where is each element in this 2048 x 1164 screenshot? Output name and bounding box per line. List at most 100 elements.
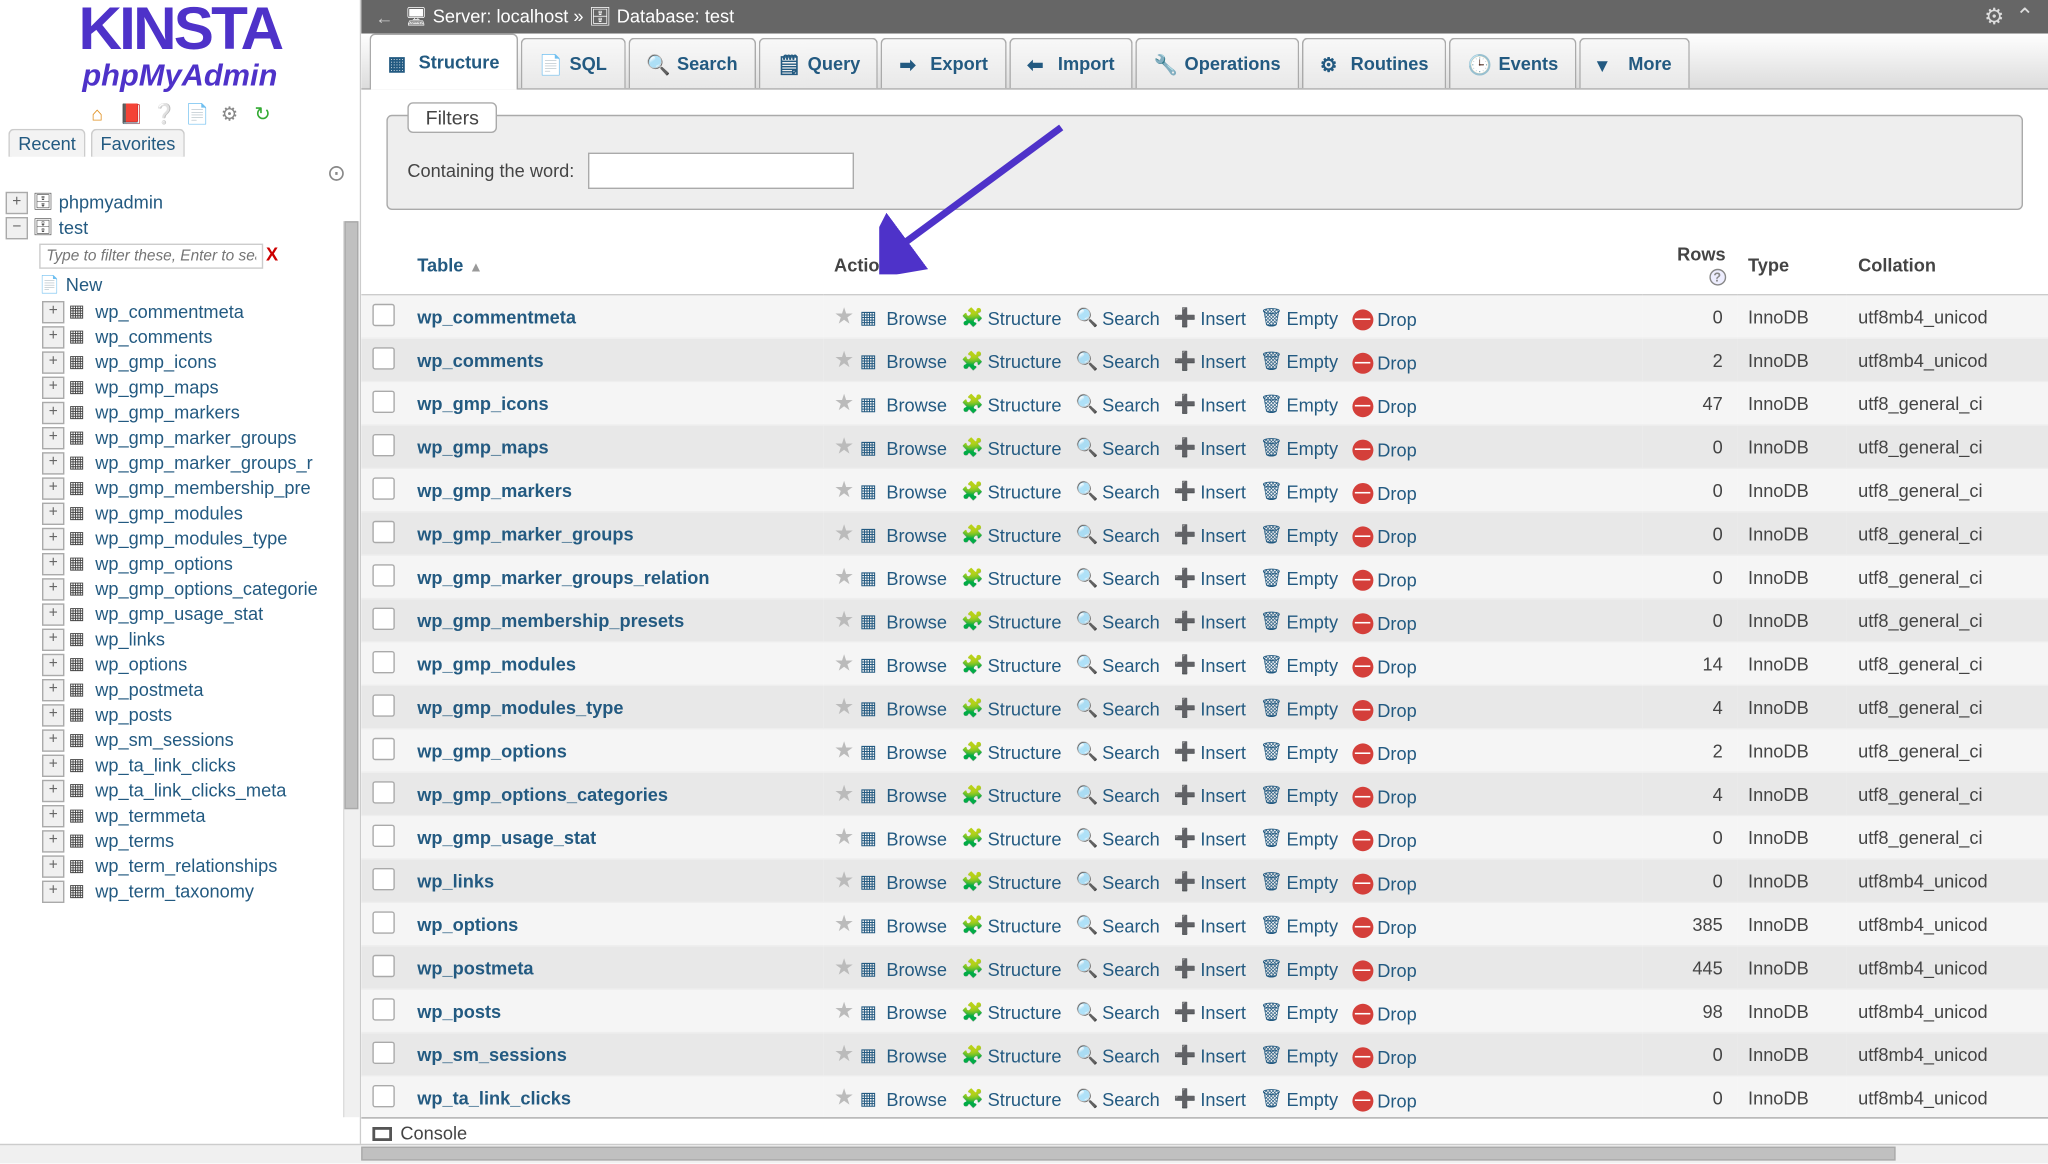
favorite-icon[interactable]: ★ — [834, 913, 854, 937]
empty-action[interactable]: 🗑Empty — [1260, 393, 1338, 415]
insert-action[interactable]: ➕Insert — [1174, 871, 1246, 893]
collapse-icon[interactable]: − — [6, 217, 28, 239]
insert-action[interactable]: ➕Insert — [1174, 437, 1246, 459]
search-action[interactable]: 🔍Search — [1075, 741, 1159, 763]
favorite-icon[interactable]: ★ — [834, 652, 854, 676]
tree-table-link[interactable]: wp_comments — [95, 326, 212, 347]
expand-icon[interactable]: + — [42, 553, 64, 575]
drop-action[interactable]: —Drop — [1352, 440, 1417, 461]
search-action[interactable]: 🔍Search — [1075, 1044, 1159, 1066]
expand-icon[interactable]: + — [42, 578, 64, 600]
favorite-icon[interactable]: ★ — [834, 1000, 854, 1024]
search-action[interactable]: 🔍Search — [1075, 914, 1159, 936]
expand-icon[interactable]: + — [42, 880, 64, 902]
row-checkbox[interactable] — [372, 911, 394, 933]
search-action[interactable]: 🔍Search — [1075, 784, 1159, 806]
drop-action[interactable]: —Drop — [1352, 1091, 1417, 1112]
browse-action[interactable]: ▦Browse — [860, 1001, 947, 1023]
table-name-link[interactable]: wp_gmp_icons — [417, 393, 548, 414]
insert-action[interactable]: ➕Insert — [1174, 741, 1246, 763]
table-name-link[interactable]: wp_gmp_markers — [417, 480, 572, 501]
tree-table-link[interactable]: wp_gmp_maps — [95, 377, 218, 398]
expand-icon[interactable]: + — [42, 401, 64, 423]
browse-action[interactable]: ▦Browse — [860, 567, 947, 589]
favorite-icon[interactable]: ★ — [834, 1086, 854, 1110]
browse-action[interactable]: ▦Browse — [860, 697, 947, 719]
favorite-icon[interactable]: ★ — [834, 522, 854, 546]
tree-table-link[interactable]: wp_termmeta — [95, 805, 205, 826]
search-action[interactable]: 🔍Search — [1075, 654, 1159, 676]
structure-action[interactable]: 🧩Structure — [961, 871, 1061, 893]
table-name-link[interactable]: wp_sm_sessions — [417, 1044, 567, 1065]
tree-filter-input[interactable] — [39, 243, 263, 268]
search-action[interactable]: 🔍Search — [1075, 437, 1159, 459]
search-action[interactable]: 🔍Search — [1075, 958, 1159, 980]
tab-more[interactable]: ▾More — [1579, 38, 1690, 88]
tree-table-link[interactable]: wp_gmp_markers — [95, 402, 240, 423]
search-action[interactable]: 🔍Search — [1075, 697, 1159, 719]
empty-action[interactable]: 🗑Empty — [1260, 741, 1338, 763]
search-action[interactable]: 🔍Search — [1075, 1001, 1159, 1023]
clear-filter-icon[interactable]: X — [266, 243, 278, 264]
tab-operations[interactable]: 🔧Operations — [1136, 38, 1299, 88]
browse-action[interactable]: ▦Browse — [860, 958, 947, 980]
insert-action[interactable]: ➕Insert — [1174, 1044, 1246, 1066]
browse-action[interactable]: ▦Browse — [860, 1044, 947, 1066]
table-name-link[interactable]: wp_gmp_marker_groups — [417, 523, 633, 544]
drop-action[interactable]: —Drop — [1352, 657, 1417, 678]
tree-table-link[interactable]: wp_terms — [95, 830, 174, 851]
search-action[interactable]: 🔍Search — [1075, 307, 1159, 329]
row-checkbox[interactable] — [372, 737, 394, 759]
table-name-link[interactable]: wp_gmp_options_categories — [417, 783, 668, 804]
expand-icon[interactable]: + — [42, 452, 64, 474]
table-name-link[interactable]: wp_ta_link_clicks — [417, 1087, 571, 1108]
expand-icon[interactable]: + — [42, 628, 64, 650]
insert-action[interactable]: ➕Insert — [1174, 1088, 1246, 1110]
tree-table-link[interactable]: wp_gmp_options_categorie — [95, 578, 318, 599]
tab-events[interactable]: 🕒Events — [1450, 38, 1577, 88]
drop-action[interactable]: —Drop — [1352, 700, 1417, 721]
row-checkbox[interactable] — [372, 564, 394, 586]
table-name-link[interactable]: wp_commentmeta — [417, 306, 576, 327]
structure-action[interactable]: 🧩Structure — [961, 524, 1061, 546]
tab-favorites[interactable]: Favorites — [91, 128, 185, 156]
favorite-icon[interactable]: ★ — [834, 609, 854, 633]
search-action[interactable]: 🔍Search — [1075, 827, 1159, 849]
row-checkbox[interactable] — [372, 694, 394, 716]
favorite-icon[interactable]: ★ — [834, 956, 854, 980]
row-checkbox[interactable] — [372, 867, 394, 889]
table-name-link[interactable]: wp_gmp_membership_presets — [417, 610, 684, 631]
tree-table-link[interactable]: wp_gmp_usage_stat — [95, 604, 263, 625]
favorite-icon[interactable]: ★ — [834, 305, 854, 329]
db-test[interactable]: test — [59, 217, 88, 238]
insert-action[interactable]: ➕Insert — [1174, 524, 1246, 546]
expand-icon[interactable]: + — [42, 502, 64, 524]
filter-input[interactable] — [588, 153, 854, 189]
table-name-link[interactable]: wp_gmp_options — [417, 740, 567, 761]
settings-icon[interactable]: ⚙ — [218, 102, 240, 124]
tab-import[interactable]: ⬅Import — [1009, 38, 1133, 88]
empty-action[interactable]: 🗑Empty — [1260, 1001, 1338, 1023]
browse-action[interactable]: ▦Browse — [860, 437, 947, 459]
nav-collapse-icon[interactable]: ⊙ — [0, 156, 360, 190]
row-checkbox[interactable] — [372, 1084, 394, 1106]
horizontal-scrollbar[interactable] — [0, 1144, 2048, 1164]
empty-action[interactable]: 🗑Empty — [1260, 871, 1338, 893]
logout-icon[interactable]: 📕 — [119, 102, 141, 124]
favorite-icon[interactable]: ★ — [834, 869, 854, 893]
expand-icon[interactable]: + — [42, 326, 64, 348]
col-rows[interactable]: Rows? — [1643, 235, 1737, 294]
tree-table-link[interactable]: wp_gmp_options — [95, 553, 233, 574]
db-phpmyadmin[interactable]: phpmyadmin — [59, 192, 163, 213]
insert-action[interactable]: ➕Insert — [1174, 393, 1246, 415]
table-name-link[interactable]: wp_comments — [417, 349, 543, 370]
favorite-icon[interactable]: ★ — [834, 479, 854, 503]
expand-icon[interactable]: + — [42, 301, 64, 323]
structure-action[interactable]: 🧩Structure — [961, 610, 1061, 632]
tree-table-link[interactable]: wp_sm_sessions — [95, 730, 234, 751]
expand-icon[interactable]: + — [42, 653, 64, 675]
table-name-link[interactable]: wp_links — [417, 870, 494, 891]
favorite-icon[interactable]: ★ — [834, 783, 854, 807]
search-action[interactable]: 🔍Search — [1075, 350, 1159, 372]
empty-action[interactable]: 🗑Empty — [1260, 958, 1338, 980]
